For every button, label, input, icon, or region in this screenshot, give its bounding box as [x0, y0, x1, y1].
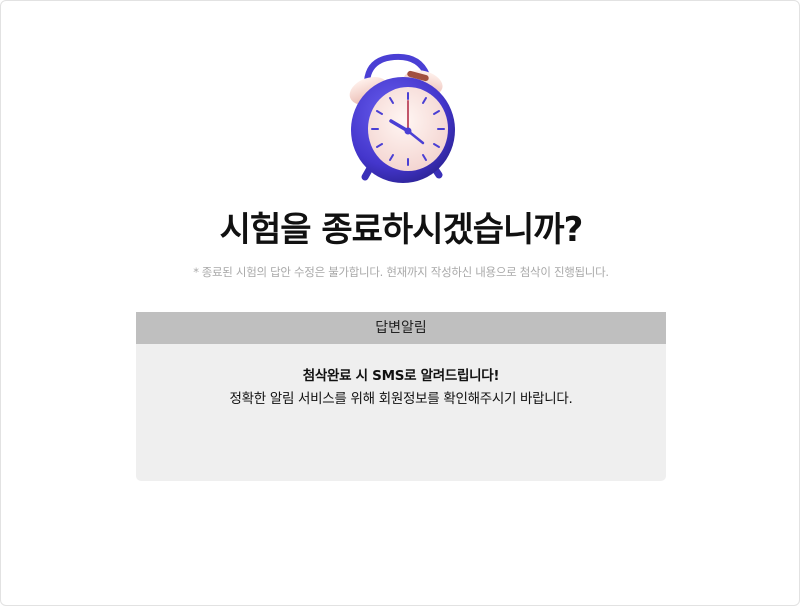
notice-message: 종료된 시험의 답안 수정은 불가합니다. 현재까지 작성하신 내용으로 첨삭이… [201, 265, 609, 279]
alarm-clock-icon [349, 53, 455, 183]
notice-mark: * [193, 265, 199, 279]
panel-header: 답변알림 [136, 312, 666, 344]
page-title: 시험을 종료하시겠습니까? [219, 210, 584, 250]
answer-notification-panel: 답변알림 첨삭완료 시 SMS로 알려드립니다! 정확한 알림 서비스를 위해 … [136, 312, 666, 481]
panel-sms-message: 첨삭완료 시 SMS로 알려드립니다! [302, 368, 500, 384]
dialog-frame: 시험을 종료하시겠습니까? * 종료된 시험의 답안 수정은 불가합니다. 현재까… [0, 0, 800, 606]
panel-info-message: 정확한 알림 서비스를 위해 회원정보를 확인해주시기 바랍니다. [229, 391, 573, 407]
notice-text: * 종료된 시험의 답안 수정은 불가합니다. 현재까지 작성하신 내용으로 첨삭… [1, 263, 800, 281]
